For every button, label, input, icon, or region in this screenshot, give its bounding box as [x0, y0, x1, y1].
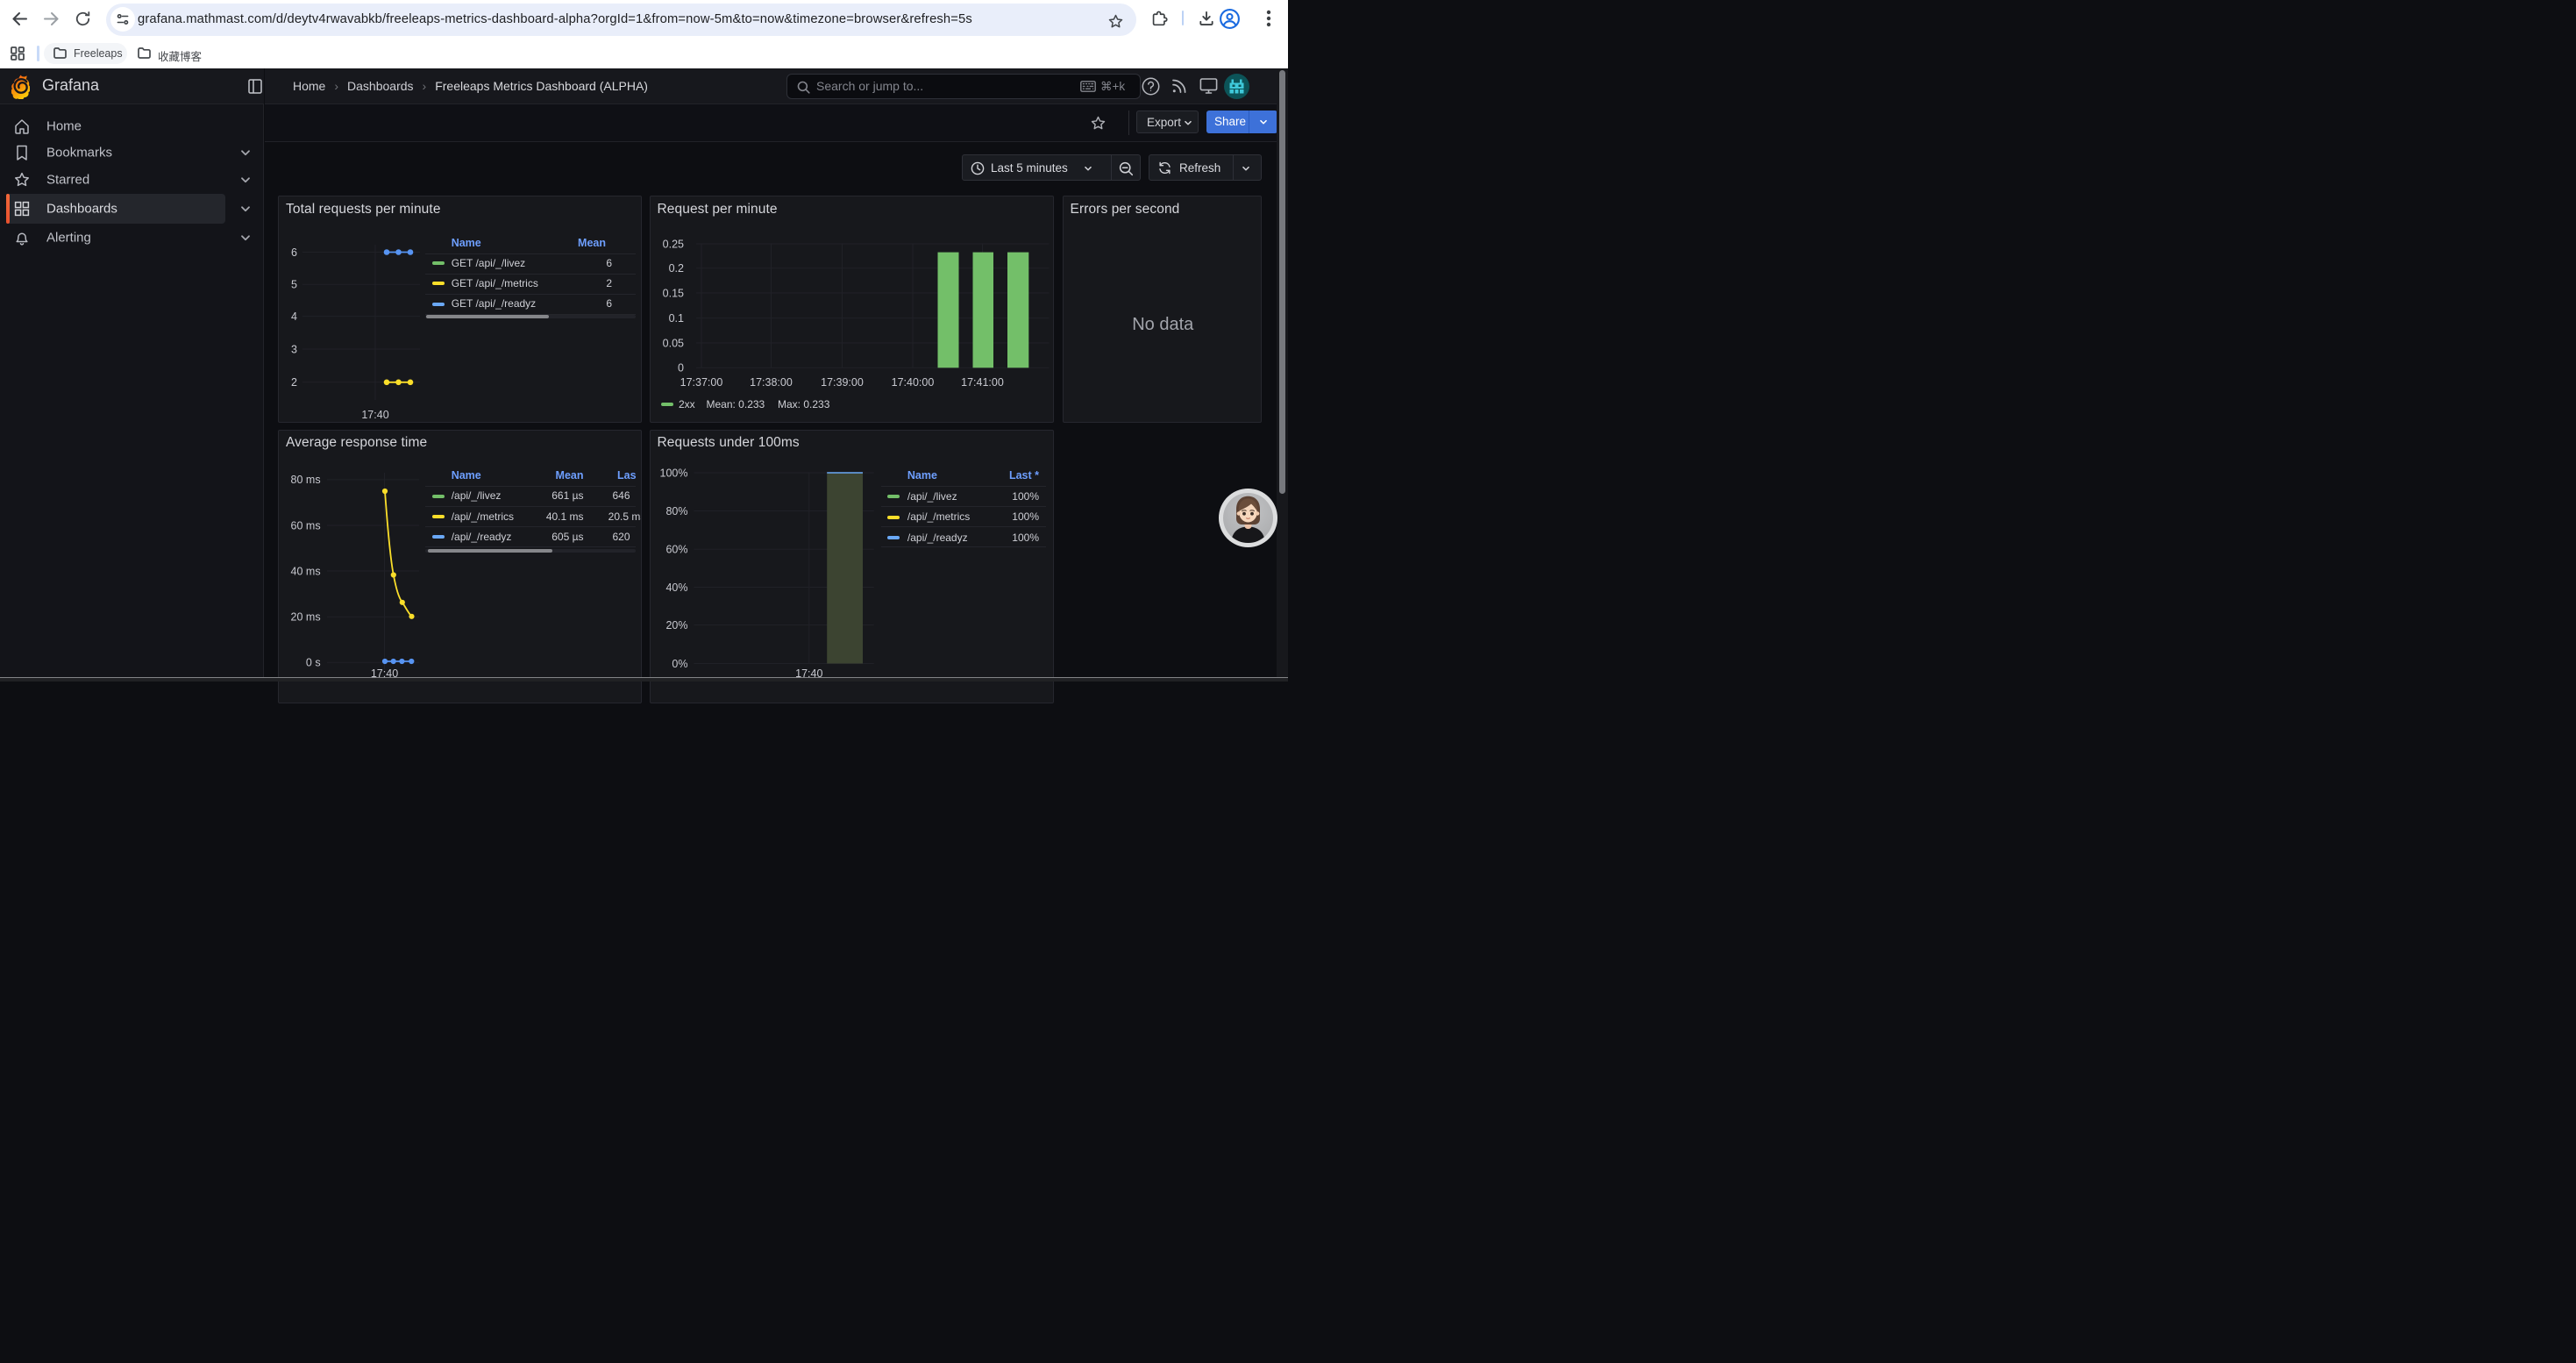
svg-text:0%: 0%	[672, 657, 687, 669]
svg-text:17:39:00: 17:39:00	[821, 376, 864, 389]
svg-text:60%: 60%	[665, 543, 687, 555]
svg-text:17:37:00: 17:37:00	[680, 376, 722, 389]
svg-text:17:41:00: 17:41:00	[961, 376, 1004, 389]
svg-text:0.2: 0.2	[668, 262, 683, 275]
svg-text:4: 4	[291, 310, 297, 323]
svg-text:17:40: 17:40	[361, 409, 388, 421]
svg-text:40 ms: 40 ms	[291, 565, 321, 577]
svg-text:17:40:00: 17:40:00	[891, 376, 934, 389]
svg-text:20%: 20%	[665, 618, 687, 631]
svg-text:40%: 40%	[665, 581, 687, 593]
svg-text:0.1: 0.1	[668, 312, 683, 325]
svg-text:20 ms: 20 ms	[291, 610, 321, 623]
svg-text:17:38:00: 17:38:00	[750, 376, 793, 389]
svg-text:0.25: 0.25	[662, 238, 683, 250]
svg-text:0: 0	[678, 362, 684, 375]
svg-text:3: 3	[291, 343, 297, 355]
svg-text:0.05: 0.05	[662, 337, 683, 349]
svg-text:2: 2	[291, 376, 297, 389]
svg-text:0.15: 0.15	[662, 287, 683, 299]
svg-text:0 s: 0 s	[306, 656, 321, 668]
